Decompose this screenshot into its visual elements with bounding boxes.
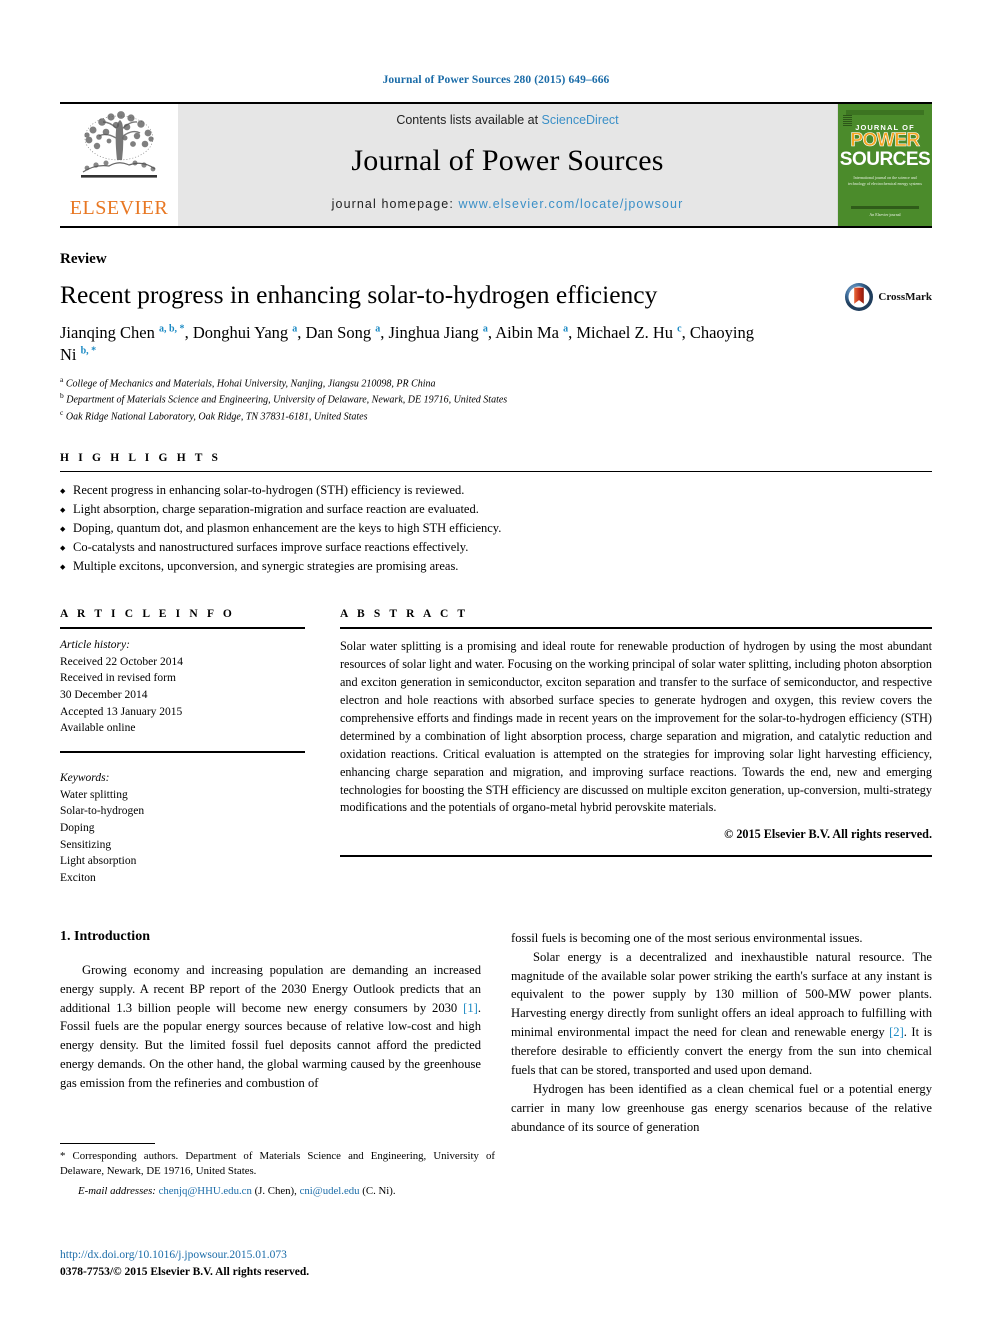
- keywords-block: Keywords: Water splitting Solar-to-hydro…: [60, 751, 305, 887]
- corresponding-author-note: * Corresponding authors. Department of M…: [60, 1150, 495, 1178]
- affiliation-marker: a: [60, 374, 64, 384]
- crossmark-badge[interactable]: CrossMark: [844, 282, 932, 312]
- email-label: E-mail addresses:: [78, 1184, 156, 1197]
- cover-sources-text: SOURCES: [839, 149, 931, 171]
- elsevier-wordmark: ELSEVIER: [69, 197, 169, 219]
- journal-masthead: ELSEVIER Contents lists available at Sci…: [60, 102, 932, 228]
- body-paragraph: Growing economy and increasing populatio…: [60, 962, 481, 1091]
- body-paragraph: Hydrogen has been identified as a clean …: [511, 1081, 932, 1134]
- article-history-item: 30 December 2014: [60, 689, 148, 702]
- issn-rights-line: 0378-7753/© 2015 Elsevier B.V. All right…: [60, 1266, 310, 1279]
- highlights-list: Recent progress in enhancing solar-to-hy…: [60, 472, 932, 577]
- abstract-rights: © 2015 Elsevier B.V. All rights reserved…: [724, 827, 932, 842]
- article-history-item: Accepted 13 January 2015: [60, 705, 183, 718]
- cover-blurb-text: International journal on the science and…: [848, 175, 922, 187]
- doi-link[interactable]: http://dx.doi.org/10.1016/j.jpowsour.201…: [60, 1247, 309, 1264]
- keyword-item: Light absorption: [60, 855, 137, 868]
- keyword-item: Sensitizing: [60, 838, 112, 851]
- article-info-heading: A R T I C L E I N F O: [60, 608, 235, 621]
- body-columns: 1. Introduction Growing economy and incr…: [60, 929, 932, 1137]
- abstract-text: Solar water splitting is a promising and…: [340, 639, 932, 815]
- keyword-item: Water splitting: [60, 788, 128, 801]
- journal-cover-image: JOURNAL OF POWER SOURCES International j…: [837, 104, 932, 226]
- article-history-item: Received 22 October 2014: [60, 655, 183, 668]
- info-abstract-row: A R T I C L E I N F O Article history: R…: [60, 608, 932, 887]
- affiliation-text: College of Mechanics and Materials, Hoha…: [65, 377, 436, 389]
- crossmark-icon: [845, 283, 874, 311]
- highlight-item: Light absorption, charge separation-migr…: [60, 500, 932, 520]
- contents-available-line: Contents lists available at ScienceDirec…: [396, 113, 618, 127]
- keywords-label: Keywords:: [60, 772, 110, 785]
- body-column-left: 1. Introduction Growing economy and incr…: [60, 929, 481, 1137]
- journal-banner: Contents lists available at ScienceDirec…: [178, 104, 837, 226]
- cover-power-text: POWER: [850, 130, 920, 151]
- sciencedirect-link[interactable]: ScienceDirect: [542, 113, 619, 127]
- crossmark-label: CrossMark: [878, 291, 932, 303]
- body-paragraph: Solar energy is a decentralized and inex…: [511, 949, 932, 1077]
- body-column-right: fossil fuels is becoming one of the most…: [511, 929, 932, 1137]
- affiliation-item: c Oak Ridge National Laboratory, Oak Rid…: [60, 408, 932, 425]
- email-values: chenjq@HHU.edu.cn (J. Chen), cni@udel.ed…: [158, 1184, 396, 1197]
- affiliation-list: a College of Mechanics and Materials, Ho…: [60, 375, 932, 425]
- journal-title: Journal of Power Sources: [351, 144, 664, 177]
- keyword-item: Doping: [60, 822, 95, 835]
- homepage-prefix: journal homepage:: [331, 197, 459, 211]
- abstract-section: A B S T R A C T Solar water splitting is…: [340, 608, 932, 887]
- journal-article-page: Journal of Power Sources 280 (2015) 649–…: [0, 0, 992, 1323]
- affiliation-text: Department of Materials Science and Engi…: [66, 394, 508, 406]
- title-row: Recent progress in enhancing solar-to-hy…: [60, 280, 932, 312]
- highlights-section: H I G H L I G H T S Recent progress in e…: [60, 452, 932, 577]
- cover-footer-text: An Elsevier journal: [869, 212, 901, 217]
- affiliation-item: a College of Mechanics and Materials, Ho…: [60, 375, 932, 392]
- cover-footer: An Elsevier journal: [851, 206, 919, 217]
- footnotes-block: * Corresponding authors. Department of M…: [60, 1143, 495, 1199]
- footnote-rule: [60, 1143, 155, 1144]
- journal-homepage-line: journal homepage: www.elsevier.com/locat…: [332, 197, 684, 211]
- affiliation-marker: b: [60, 391, 64, 401]
- highlight-item: Co-catalysts and nanostructured surfaces…: [60, 538, 932, 558]
- highlights-heading: H I G H L I G H T S: [60, 452, 222, 465]
- article-history-item: Received in revised form: [60, 672, 176, 685]
- email-addresses-note: E-mail addresses: chenjq@HHU.edu.cn (J. …: [60, 1184, 495, 1199]
- affiliation-text: Oak Ridge National Laboratory, Oak Ridge…: [65, 411, 368, 423]
- elsevier-logo: ELSEVIER: [60, 104, 178, 226]
- journal-homepage-link[interactable]: www.elsevier.com/locate/jpowsour: [458, 197, 683, 211]
- keyword-item: Solar-to-hydrogen: [60, 805, 145, 818]
- elsevier-tree-icon: [81, 111, 157, 178]
- article-info-section: A R T I C L E I N F O Article history: R…: [60, 608, 305, 887]
- article-doctype: Review: [60, 251, 107, 267]
- cover-top-bar: [845, 110, 925, 115]
- article-history-block: Article history: Received 22 October 201…: [60, 629, 305, 737]
- author-list: Jianqing Chen a, b, *, Donghui Yang a, D…: [60, 323, 754, 365]
- highlight-item: Recent progress in enhancing solar-to-hy…: [60, 481, 932, 501]
- section-title-introduction: 1. Introduction: [60, 928, 150, 944]
- contents-prefix: Contents lists available at: [396, 113, 542, 127]
- abstract-heading: A B S T R A C T: [340, 608, 469, 621]
- body-paragraph: fossil fuels is becoming one of the most…: [511, 930, 863, 945]
- footer-block: http://dx.doi.org/10.1016/j.jpowsour.201…: [60, 1247, 309, 1282]
- page-title: Recent progress in enhancing solar-to-hy…: [60, 280, 658, 309]
- affiliation-marker: c: [60, 408, 64, 418]
- affiliation-item: b Department of Materials Science and En…: [60, 391, 932, 408]
- highlight-item: Doping, quantum dot, and plasmon enhance…: [60, 519, 932, 539]
- highlight-item: Multiple excitons, upconversion, and syn…: [60, 557, 932, 577]
- article-history-label: Article history:: [60, 639, 130, 652]
- running-head: Journal of Power Sources 280 (2015) 649–…: [382, 74, 610, 86]
- keyword-item: Exciton: [60, 872, 96, 885]
- article-history-item: Available online: [60, 722, 136, 735]
